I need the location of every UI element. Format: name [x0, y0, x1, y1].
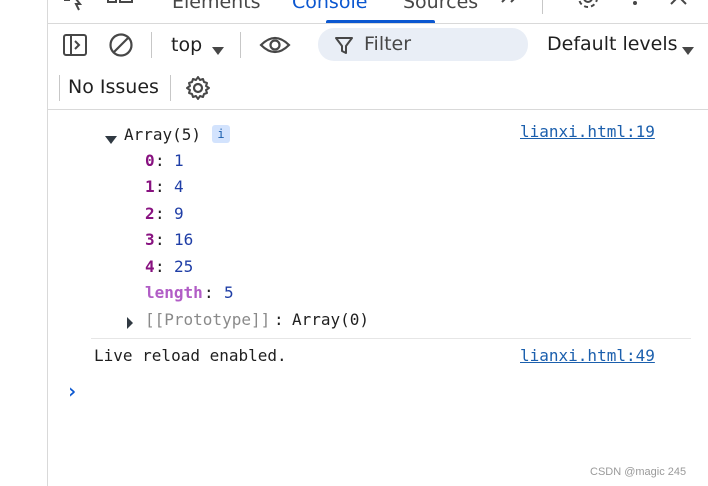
- property-value: 9: [174, 204, 184, 223]
- toolbar-separator: [170, 75, 171, 101]
- source-link[interactable]: lianxi.html:49: [520, 346, 655, 365]
- issues-counter[interactable]: No Issues: [68, 76, 159, 98]
- length-value: 5: [224, 283, 234, 302]
- filter-placeholder: Filter: [364, 33, 412, 55]
- property-value: 1: [174, 151, 184, 170]
- property-colon: :: [155, 177, 165, 196]
- gear-icon[interactable]: [185, 75, 211, 105]
- toolbar-separator: [151, 32, 152, 58]
- toolbar-separator: [240, 32, 241, 58]
- close-icon[interactable]: [668, 0, 690, 16]
- property-colon: :: [155, 230, 165, 249]
- property-value: 16: [174, 230, 194, 249]
- tabbar-separator: [542, 0, 543, 14]
- more-tabs-icon[interactable]: [500, 0, 524, 16]
- expand-triangle-icon[interactable]: [126, 315, 134, 334]
- prototype-value: Array(0): [292, 310, 370, 329]
- property-key: 2: [145, 204, 155, 223]
- tab-console[interactable]: Console: [292, 0, 367, 13]
- sidebar-toggle-icon[interactable]: [62, 33, 88, 61]
- property-key: 1: [145, 177, 155, 196]
- devtools-tab-bar: Elements Console Sources: [48, 0, 708, 24]
- prototype-key[interactable]: [[Prototype]]: [145, 310, 270, 329]
- source-link[interactable]: lianxi.html:19: [520, 122, 655, 141]
- property-key: 4: [145, 257, 155, 276]
- settings-icon[interactable]: [575, 0, 601, 18]
- property-value: 25: [174, 257, 194, 276]
- length-key: length: [145, 283, 203, 302]
- array-header[interactable]: Array(5): [124, 125, 201, 144]
- eye-icon[interactable]: [259, 34, 291, 60]
- more-vert-icon[interactable]: [628, 0, 642, 16]
- property-value: 4: [174, 177, 184, 196]
- property-colon: :: [155, 257, 165, 276]
- console-output: Array(5) i lianxi.html:19 0 : 1 1 : 4 2 …: [48, 110, 708, 486]
- property-key: 3: [145, 230, 155, 249]
- console-toolbar-secondary: No Issues: [48, 66, 708, 110]
- toolbar-separator: [59, 75, 60, 101]
- property-colon: :: [155, 151, 165, 170]
- property-colon: :: [204, 283, 214, 302]
- console-toolbar: top Filter Default levels: [48, 24, 708, 66]
- collapse-triangle-icon[interactable]: [104, 130, 118, 149]
- inspect-icon[interactable]: [60, 0, 88, 16]
- active-tab-indicator: [326, 20, 435, 23]
- tab-elements[interactable]: Elements: [172, 0, 261, 13]
- tab-sources[interactable]: Sources: [403, 0, 478, 13]
- info-badge[interactable]: i: [212, 125, 230, 143]
- chevron-down-icon[interactable]: [211, 41, 225, 60]
- property-colon: :: [155, 204, 165, 223]
- log-levels-dropdown[interactable]: Default levels: [547, 33, 678, 55]
- prompt-icon[interactable]: ›: [66, 379, 78, 403]
- property-colon: :: [274, 310, 284, 329]
- clear-console-icon[interactable]: [108, 32, 134, 62]
- device-toggle-icon[interactable]: [106, 0, 136, 16]
- log-message: Live reload enabled.: [94, 346, 287, 365]
- context-selector[interactable]: top: [171, 34, 202, 56]
- property-key: 0: [145, 151, 155, 170]
- message-divider: [91, 338, 691, 339]
- chevron-down-icon[interactable]: [681, 41, 695, 60]
- watermark: CSDN @magic 245: [590, 466, 687, 478]
- filter-icon: [334, 36, 354, 60]
